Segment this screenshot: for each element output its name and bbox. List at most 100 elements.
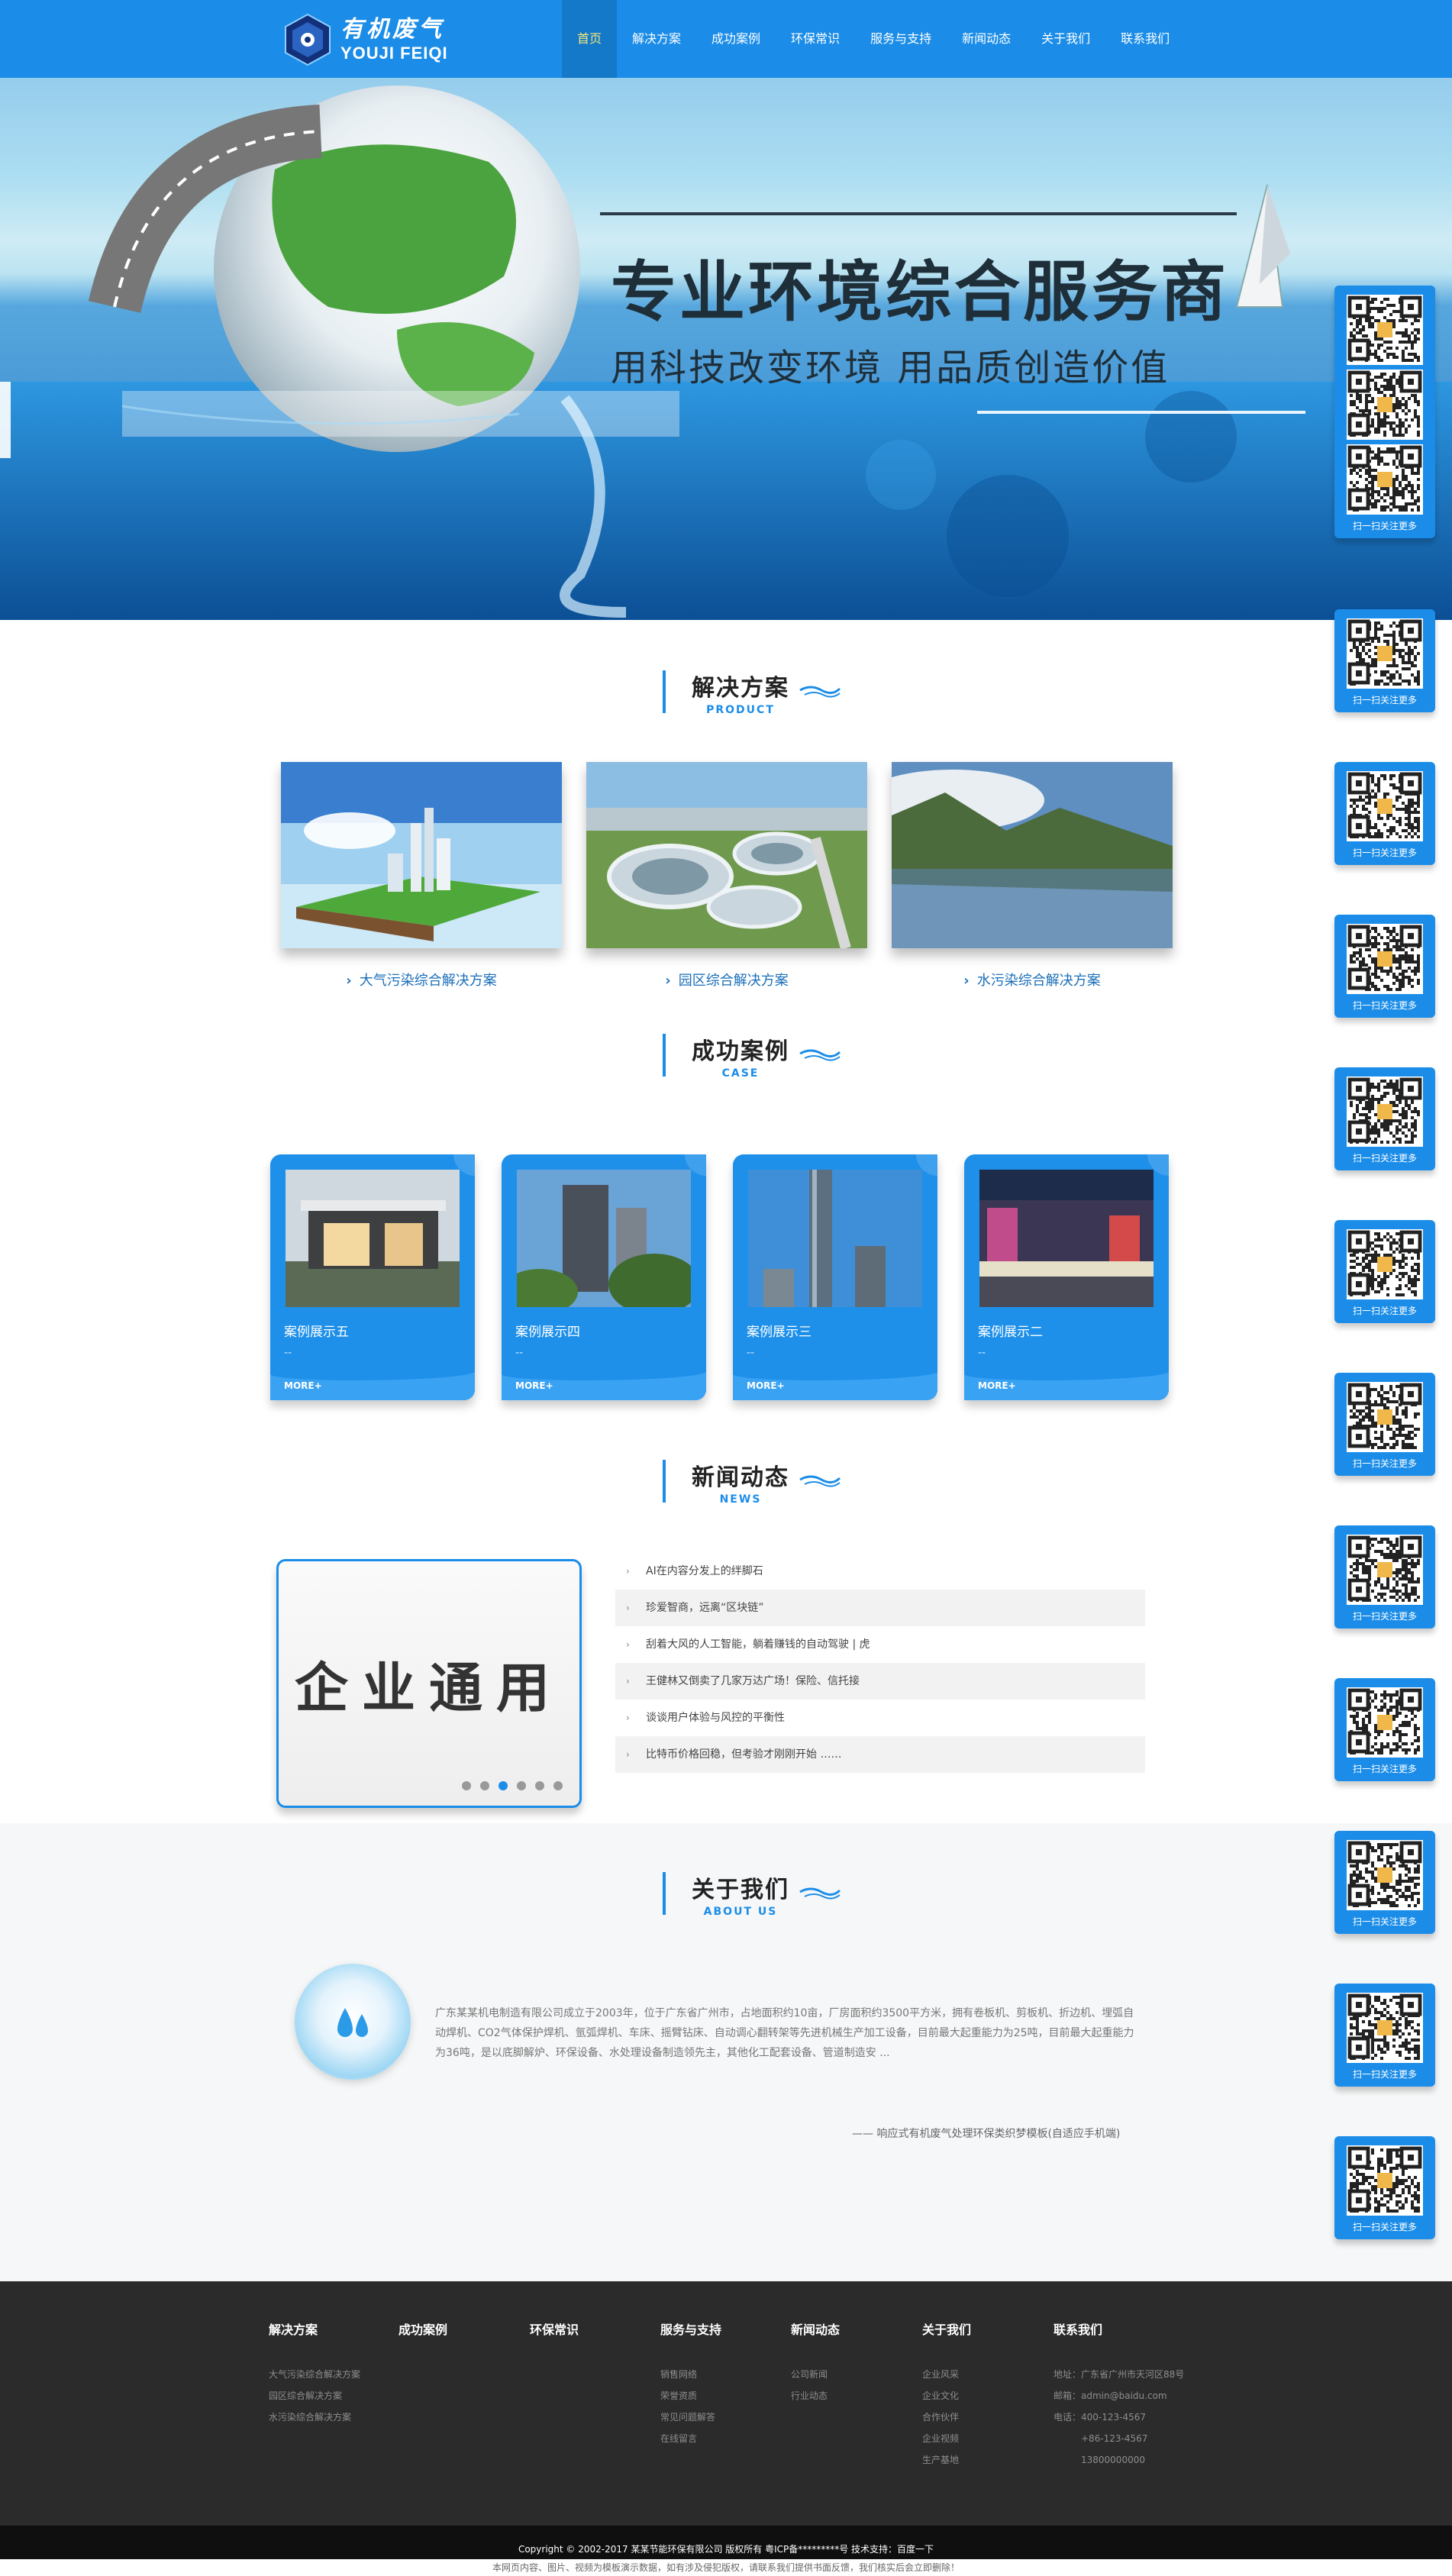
nav-item-contact[interactable]: 联系我们 [1105,0,1185,78]
case-name: 案例展示三 [747,1325,812,1340]
nav-item-home[interactable]: 首页 [562,0,618,78]
wave-icon [799,1887,841,1900]
footer-column-title[interactable]: 成功案例 [398,2319,447,2338]
footer-link[interactable]: 企业文化 [922,2385,971,2407]
slider-dot-active[interactable] [499,1781,508,1790]
case-more-link[interactable]: MORE+ [515,1380,553,1391]
news-item[interactable]: › 谈谈用户体验与风控的平衡性 [615,1700,1145,1736]
qr-panel[interactable]: 扫一扫关注更多 [1334,1373,1435,1476]
footer-link[interactable]: 行业动态 [791,2385,840,2407]
case-name: 案例展示二 [978,1325,1043,1340]
slider-dot[interactable] [462,1781,471,1790]
qr-panel[interactable]: 扫一扫关注更多 [1334,1525,1435,1629]
qr-panel[interactable]: 扫一扫关注更多 [1334,1678,1435,1781]
footer-link[interactable]: 园区综合解决方案 [269,2385,360,2407]
nav-item-service[interactable]: 服务与支持 [855,0,947,78]
case-card[interactable]: 案例展示五 -- MORE+ [270,1154,475,1400]
case-dash: -- [284,1347,292,1359]
nav-item-about[interactable]: 关于我们 [1026,0,1105,78]
solution-card[interactable]: › 水污染综合解决方案 [892,762,1173,989]
footer-link[interactable]: 企业视频 [922,2428,971,2449]
qr-panel[interactable]: 扫一扫关注更多 [1334,1831,1435,1934]
banner-bottom-line [977,411,1305,414]
case-more-link[interactable]: MORE+ [978,1380,1016,1391]
solution-image[interactable] [281,762,562,948]
slider-dot[interactable] [535,1781,544,1790]
about-heading: 关于我们 ABOUT US [0,1871,1452,1918]
footer-column-title[interactable]: 服务与支持 [660,2319,721,2338]
news-slider[interactable]: 企业通用 [276,1559,582,1808]
news-item[interactable]: › AI在内容分发上的绊脚石 [615,1553,1145,1590]
case-more-link[interactable]: MORE+ [747,1380,785,1391]
footer-contact-mobile: 13800000000 [1081,2455,1145,2465]
qr-panel[interactable]: 扫一扫关注更多 [1334,1984,1435,2087]
solutions-heading: 解决方案 PRODUCT [0,669,1452,716]
nav-item-cases[interactable]: 成功案例 [696,0,776,78]
case-dash: -- [747,1347,755,1359]
footer-link[interactable]: 水污染综合解决方案 [269,2407,360,2428]
footer-column-title[interactable]: 环保常识 [530,2319,579,2338]
nav-item-news[interactable]: 新闻动态 [947,0,1026,78]
case-more-link[interactable]: MORE+ [284,1380,322,1391]
hero-banner[interactable]: 专业环境综合服务商 用科技改变环境 用品质创造价值 [0,78,1452,620]
qr-code-icon [1347,618,1423,689]
news-heading: 新闻动态 NEWS [0,1458,1452,1506]
news-item[interactable]: › 比特币价格回稳，但考验才刚刚开始 …… [615,1736,1145,1773]
solution-image[interactable] [892,762,1173,948]
news-item[interactable]: › 珍爱智商，远离“区块链” [615,1590,1145,1626]
chevron-right-icon: › [665,973,671,989]
footer-contact-phone: 电话：400-123-4567 [1054,2412,1147,2423]
qr-panel[interactable]: 扫一扫关注更多 [1334,1067,1435,1170]
solutions-title: 解决方案 [692,675,789,702]
qr-panel[interactable]: 扫一扫关注更多 [1334,286,1435,538]
slider-dot[interactable] [553,1781,563,1790]
footer-column-title[interactable]: 关于我们 [922,2319,971,2338]
footer-link[interactable]: 合作伙伴 [922,2407,971,2428]
qr-panel[interactable]: 扫一扫关注更多 [1334,1220,1435,1323]
solution-card[interactable]: › 大气污染综合解决方案 [281,762,562,989]
chevron-right-icon: › [626,1639,630,1650]
case-name: 案例展示五 [284,1325,349,1340]
qr-panel[interactable]: 扫一扫关注更多 [1334,2136,1435,2239]
footer-link[interactable]: 常见问题解答 [660,2407,721,2428]
solution-image[interactable] [586,762,867,948]
case-card[interactable]: 案例展示二 -- MORE+ [964,1154,1169,1400]
footer-link[interactable]: 生产基地 [922,2449,971,2471]
main-nav: 首页 解决方案 成功案例 环保常识 服务与支持 新闻动态 关于我们 联系我们 [562,0,1185,78]
footer-link[interactable]: 荣誉资质 [660,2385,721,2407]
footer-column-title[interactable]: 新闻动态 [791,2319,840,2338]
slider-dots [462,1781,563,1790]
footer-link[interactable]: 企业风采 [922,2364,971,2385]
footer-link[interactable]: 公司新闻 [791,2364,840,2385]
chevron-right-icon: › [626,1603,630,1613]
footer-link[interactable]: 在线留言 [660,2428,721,2449]
about-signature: —— 响应式有机废气处理环保类织梦模板(自适应手机端) [852,2128,1121,2140]
news-feature-text: 企业通用 [295,1657,563,1719]
case-dash: -- [978,1347,986,1359]
site-footer [0,2281,1452,2526]
site-header: 有机废气 YOUJI FEIQI 首页 解决方案 成功案例 环保常识 服务与支持… [0,0,1452,78]
solution-card[interactable]: › 园区综合解决方案 [586,762,867,989]
wave-icon [799,1049,841,1061]
slider-dot[interactable] [517,1781,526,1790]
qr-panel[interactable]: 扫一扫关注更多 [1334,609,1435,712]
case-card[interactable]: 案例展示四 -- MORE+ [502,1154,706,1400]
footer-link[interactable]: 大气污染综合解决方案 [269,2364,360,2385]
footer-column-title[interactable]: 解决方案 [269,2319,360,2338]
footer-link[interactable]: 销售网络 [660,2364,721,2385]
qr-caption: 扫一扫关注更多 [1352,1611,1417,1622]
qr-code-icon [1347,444,1423,515]
case-card[interactable]: 案例展示三 -- MORE+ [733,1154,937,1400]
footer-column-title[interactable]: 联系我们 [1054,2319,1184,2338]
slider-dot[interactable] [480,1781,489,1790]
news-item[interactable]: › 刮着大风的人工智能，躺着赚钱的自动驾驶 | 虎 [615,1626,1145,1663]
site-logo[interactable]: 有机废气 YOUJI FEIQI [281,11,464,69]
news-item[interactable]: › 王健林又倒卖了几家万达广场！保险、信托接 [615,1663,1145,1700]
nav-item-knowledge[interactable]: 环保常识 [776,0,855,78]
footer-column: 服务与支持 销售网络 荣誉资质 常见问题解答 在线留言 [660,2319,721,2449]
qr-caption: 扫一扫关注更多 [1352,1306,1417,1316]
qr-panel[interactable]: 扫一扫关注更多 [1334,915,1435,1018]
banner-top-line [600,212,1237,215]
nav-item-solutions[interactable]: 解决方案 [617,0,696,78]
qr-panel[interactable]: 扫一扫关注更多 [1334,762,1435,865]
